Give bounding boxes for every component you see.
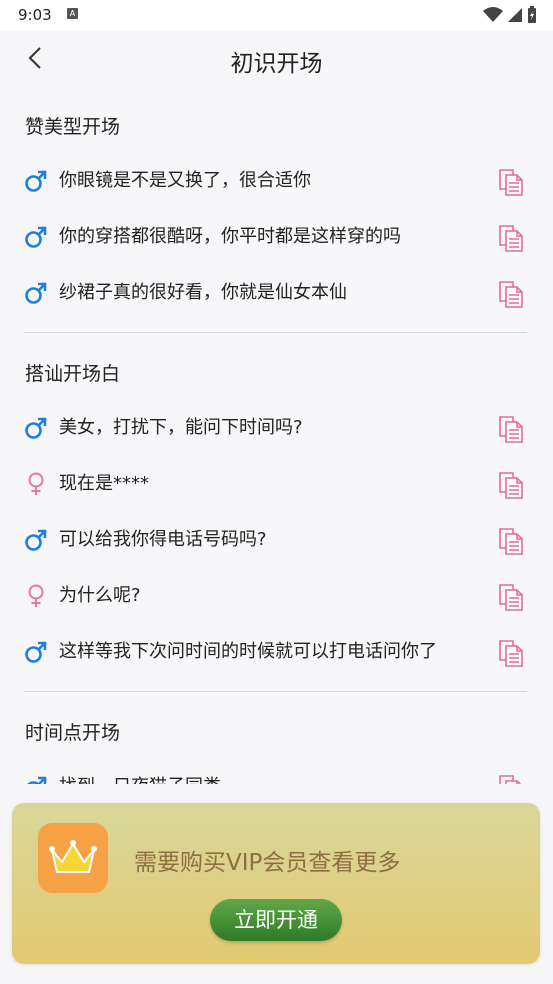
list-item[interactable]: 你眼镜是不是又换了，很合适你 — [0, 152, 553, 208]
phrase-text: 你眼镜是不是又换了，很合适你 — [59, 170, 311, 191]
copy-button[interactable] — [496, 638, 526, 668]
page-title: 初识开场 — [230, 51, 323, 77]
male-gender-icon — [24, 416, 48, 440]
female-gender-icon — [24, 472, 48, 496]
male-gender-icon — [24, 169, 48, 193]
male-gender-icon — [24, 640, 48, 664]
copy-button[interactable] — [496, 773, 526, 784]
phrase-text: 找到一只夜猫子同类 — [59, 774, 221, 784]
male-gender-icon — [24, 225, 48, 249]
battery-icon — [528, 6, 536, 23]
crown-icon — [49, 840, 97, 873]
status-icons — [483, 6, 537, 24]
list-item[interactable]: 你的穿搭都很酷呀，你平时都是这样穿的吗 — [0, 208, 553, 264]
copy-icon — [499, 169, 523, 196]
phrase-text: 这样等我下次问时间的时候就可以打电话问你了 — [59, 641, 437, 662]
copy-button[interactable] — [496, 167, 526, 197]
male-gender-icon — [24, 528, 48, 552]
section-title: 时间点开场 — [25, 722, 121, 744]
signal-icon — [508, 8, 522, 22]
section-title: 赞美型开场 — [25, 116, 121, 138]
copy-icon — [499, 416, 523, 443]
copy-button[interactable] — [496, 414, 526, 444]
copy-button[interactable] — [496, 223, 526, 253]
list-item[interactable]: 找到一只夜猫子同类 — [0, 758, 553, 784]
phrase-text: 你的穿搭都很酷呀，你平时都是这样穿的吗 — [59, 226, 401, 247]
list-item[interactable]: 为什么呢? — [0, 567, 553, 623]
phrase-text: 现在是**** — [59, 473, 149, 494]
copy-icon — [499, 640, 523, 667]
status-bar: 9:03 A — [0, 0, 553, 30]
list-item[interactable]: 美女，打扰下，能问下时间吗? — [0, 399, 553, 455]
copy-icon — [499, 281, 523, 308]
section: 时间点开场找到一只夜猫子同类 — [0, 692, 553, 784]
male-gender-icon — [24, 281, 48, 305]
crown-badge — [38, 823, 108, 893]
copy-button[interactable] — [496, 470, 526, 500]
status-time: 9:03 — [18, 6, 52, 24]
phrase-text: 纱裙子真的很好看，你就是仙女本仙 — [59, 282, 347, 303]
open-vip-button[interactable]: 立即开通 — [210, 899, 342, 941]
copy-button[interactable] — [496, 526, 526, 556]
nav-bar: 初识开场 — [0, 30, 553, 86]
list-item[interactable]: 纱裙子真的很好看，你就是仙女本仙 — [0, 264, 553, 320]
male-gender-icon — [24, 775, 48, 784]
list-item[interactable]: 这样等我下次问时间的时候就可以打电话问你了 — [0, 623, 553, 679]
list-item[interactable]: 现在是**** — [0, 455, 553, 511]
female-gender-icon — [24, 584, 48, 608]
vip-message: 需要购买VIP会员查看更多 — [134, 850, 401, 876]
copy-icon — [499, 775, 522, 784]
section: 赞美型开场你眼镜是不是又换了，很合适你你的穿搭都很酷呀，你平时都是这样穿的吗 纱裙… — [0, 86, 553, 333]
copy-icon — [499, 584, 523, 611]
copy-icon — [499, 528, 523, 555]
section: 搭讪开场白美女，打扰下，能问下时间吗? 现在是**** 可以给我你得电话号码吗? 为什… — [0, 333, 553, 692]
wifi-icon — [483, 7, 503, 22]
notification-badge-icon: A — [67, 8, 78, 19]
copy-button[interactable] — [496, 279, 526, 309]
vip-promo-card: 需要购买VIP会员查看更多 立即开通 — [12, 803, 540, 964]
list-item[interactable]: 可以给我你得电话号码吗? — [0, 511, 553, 567]
copy-icon — [499, 472, 523, 499]
phrase-text: 为什么呢? — [59, 585, 141, 606]
section-title: 搭讪开场白 — [25, 363, 121, 385]
phrase-text: 美女，打扰下，能问下时间吗? — [59, 417, 303, 438]
copy-icon — [499, 225, 523, 252]
copy-button[interactable] — [496, 582, 526, 612]
phrase-text: 可以给我你得电话号码吗? — [59, 529, 267, 550]
phrase-list[interactable]: 赞美型开场你眼镜是不是又换了，很合适你你的穿搭都很酷呀，你平时都是这样穿的吗 纱裙… — [0, 86, 553, 784]
